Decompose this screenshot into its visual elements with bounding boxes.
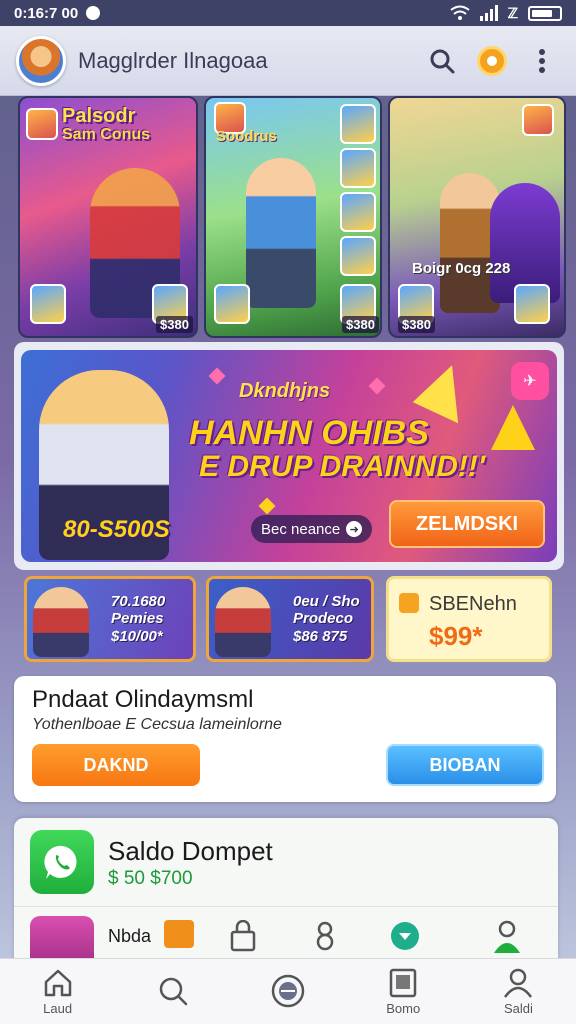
card-icon: [30, 284, 66, 324]
product-subtitle: Yothenlboae E Cecsua lameinlorne: [32, 716, 282, 733]
offer-price: $99*: [429, 621, 483, 651]
wifi-icon: [449, 5, 470, 20]
coin-icon: [477, 45, 507, 76]
banner-headline: HANHN OHIBS: [189, 414, 429, 452]
banner-price: 80-S500S: [63, 516, 170, 543]
wallet-card: Saldo Dompet $ 50 $700 Nbda: [14, 818, 558, 968]
home-icon: [44, 969, 71, 997]
search-icon: [159, 977, 188, 1005]
card-icon: [340, 192, 376, 232]
nav-label: Laud: [43, 1001, 73, 1016]
number-icon[interactable]: [308, 918, 342, 954]
gem-icon: [258, 497, 276, 515]
nav-item-profile[interactable]: Saldi: [461, 959, 576, 1024]
wallet-balance: $ 50 $700: [108, 868, 193, 889]
games-icon: [271, 974, 305, 1007]
chat-icon: [44, 845, 77, 879]
arrow-right-icon: ➜: [346, 521, 363, 537]
game-tile-title: Soodrus: [216, 128, 277, 145]
offer-title: SBENehn: [429, 593, 517, 615]
status-time: 0:16:7 00: [14, 4, 79, 22]
card-icon: [340, 236, 376, 276]
search-icon: [430, 49, 455, 73]
nav-item-book[interactable]: Bomo: [346, 959, 461, 1024]
banner-small-text: Dkndhjns: [239, 380, 331, 402]
more-vertical-icon: [539, 48, 545, 73]
coins-button[interactable]: [474, 43, 510, 79]
game-tile-price: $380: [156, 316, 193, 333]
offer-card[interactable]: SBENehn $99*: [386, 576, 552, 662]
banner-subheadline: E DRUP DRAINND!!': [199, 450, 486, 483]
app-header: Magglrder Ilnagoaa: [0, 26, 576, 96]
game-tile-price: $380: [398, 316, 435, 333]
banner-cta-button[interactable]: ZELMDSKI: [389, 500, 545, 548]
network-indicator: ℤ: [507, 4, 518, 21]
game-tiles-row: Palsodr Sam Conus $380 Soodrus $380 Boig…: [0, 96, 576, 341]
game-icon: [26, 108, 58, 140]
game-tile-price: $380: [342, 316, 379, 333]
promo-banner-container: ✈ Dkndhjns HANHN OHIBS E DRUP DRAINND!!'…: [14, 342, 564, 570]
nav-item-games[interactable]: [230, 959, 345, 1024]
arrow-icon: [491, 405, 535, 450]
card-icon: [340, 104, 376, 144]
bottom-nav: Laud Bomo Saldi: [0, 958, 576, 1024]
box-icon: [164, 920, 194, 948]
game-icon: [522, 104, 554, 136]
wallet-title: Saldo Dompet: [108, 836, 273, 866]
share-icon[interactable]: ✈: [511, 362, 549, 400]
offer-text: 0eu / Sho Prodeco $86 875: [293, 593, 360, 645]
search-button[interactable]: [424, 43, 460, 79]
status-bar: 0:16:7 00 ℤ: [0, 0, 576, 26]
banner-pill-label: Bec neance: [261, 520, 341, 538]
game-tile-title: Boigr 0cg 228: [412, 260, 511, 277]
nav-item-search[interactable]: [115, 959, 230, 1024]
game-tile[interactable]: Boigr 0cg 228 $380: [388, 96, 566, 338]
card-icon: [514, 284, 550, 324]
game-tile-title: Palsodr Sam Conus: [62, 105, 151, 143]
offer-card[interactable]: 70.1680 Pemies $10/00*: [24, 576, 196, 662]
banner-info-pill[interactable]: Bec neance ➜: [251, 515, 373, 543]
card-icon: [214, 284, 250, 324]
hero-character-image: [246, 158, 316, 308]
nav-label: Bomo: [386, 1001, 421, 1016]
lock-icon[interactable]: [226, 918, 260, 954]
product-card: Pndaat Olindaymsml Yothenlboae E Cecsua …: [14, 676, 556, 802]
secondary-button[interactable]: BIOBAN: [386, 744, 544, 786]
mini-app-label: Nbda: [108, 926, 152, 946]
game-tile[interactable]: Palsodr Sam Conus $380: [18, 96, 198, 338]
game-tile[interactable]: Soodrus $380: [204, 96, 382, 338]
wallet-app-icon[interactable]: [30, 830, 94, 894]
gem-icon: [208, 367, 226, 385]
promo-banner[interactable]: ✈ Dkndhjns HANHN OHIBS E DRUP DRAINND!!'…: [21, 350, 557, 562]
signal-icon: [479, 5, 498, 21]
book-icon: [389, 968, 417, 998]
download-icon[interactable]: [388, 918, 422, 954]
more-menu-button[interactable]: [524, 43, 560, 79]
nav-label: Saldi: [503, 1001, 533, 1016]
offers-row: 70.1680 Pemies $10/00* 0eu / Sho Prodeco…: [20, 576, 560, 664]
nav-item-home[interactable]: Laud: [0, 959, 115, 1024]
profile-icon: [504, 968, 533, 998]
card-icon: [340, 148, 376, 188]
offer-card[interactable]: 0eu / Sho Prodeco $86 875: [206, 576, 374, 662]
offer-character-image: [33, 587, 89, 657]
gem-icon: [368, 377, 386, 395]
primary-button[interactable]: DAKND: [32, 744, 200, 786]
battery-icon: [528, 5, 562, 21]
user-icon[interactable]: [490, 918, 524, 954]
gift-icon: [399, 593, 419, 613]
divider: [14, 906, 558, 907]
offer-character-image: [215, 587, 271, 657]
offer-text: 70.1680 Pemies $10/00*: [111, 593, 166, 645]
product-title: Pndaat Olindaymsml: [32, 686, 254, 713]
avatar[interactable]: [16, 35, 66, 86]
notification-icon: [86, 6, 101, 20]
app-title: Magglrder Ilnagoaa: [78, 47, 268, 73]
